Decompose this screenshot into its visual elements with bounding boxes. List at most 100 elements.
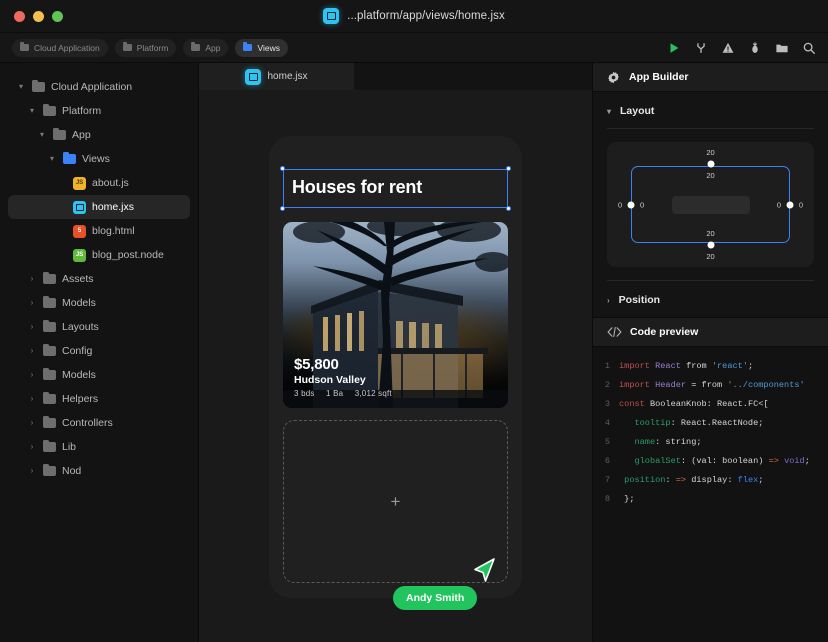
position-section-label: Position xyxy=(619,294,660,306)
chevron-right-icon[interactable]: › xyxy=(607,296,610,305)
file-tree-sidebar[interactable]: ▾ Cloud Application ▾ Platform ▾ App ▾ V… xyxy=(0,63,199,642)
inspector-panel: App Builder ▾ Layout 20 20 20 xyxy=(592,63,828,642)
code-preview-body[interactable]: 1import React from 'react';2import Heade… xyxy=(593,347,828,642)
gear-icon[interactable] xyxy=(607,71,620,84)
chevron-down-icon[interactable]: ▾ xyxy=(37,131,47,139)
design-canvas[interactable]: Houses for rent xyxy=(199,90,592,642)
breadcrumb-label: Platform xyxy=(137,43,169,53)
chevron-down-icon[interactable]: ▾ xyxy=(607,107,611,116)
chevron-down-icon[interactable]: ▾ xyxy=(16,83,26,91)
toolbar-actions xyxy=(667,41,816,55)
spacing-value-left-inner: 0 xyxy=(640,200,644,209)
code-line: 5 name: string; xyxy=(593,433,828,452)
main-body: ▾ Cloud Application ▾ Platform ▾ App ▾ V… xyxy=(0,63,828,642)
code-line: 2import Header = from '../components' xyxy=(593,376,828,395)
tree-item-assets[interactable]: › Assets xyxy=(8,267,190,291)
run-icon[interactable] xyxy=(667,41,681,55)
debug-icon[interactable] xyxy=(748,41,762,55)
chevron-right-icon[interactable]: › xyxy=(27,323,37,331)
chevron-right-icon[interactable]: › xyxy=(27,275,37,283)
chevron-right-icon[interactable]: › xyxy=(27,443,37,451)
tree-item-controllers[interactable]: › Controllers xyxy=(8,411,190,435)
tree-item-app[interactable]: ▾ App xyxy=(8,123,190,147)
listing-card[interactable]: $5,800 Hudson Valley 3 bds 1 Ba 3,012 sq… xyxy=(283,222,508,408)
resize-handle-top-left[interactable] xyxy=(280,166,285,171)
tree-item-lib[interactable]: › Lib xyxy=(8,435,190,459)
tree-item-label: Controllers xyxy=(62,417,113,429)
listing-baths: 1 Ba xyxy=(326,389,343,398)
listing-area: 3,012 sqft xyxy=(355,389,392,398)
editor-area: home.jsx Houses for rent xyxy=(199,63,592,642)
breadcrumb-item-platform[interactable]: Platform xyxy=(115,39,177,57)
tree-item-label: Views xyxy=(82,153,110,165)
spacing-knob-left[interactable] xyxy=(628,201,635,208)
window-controls[interactable] xyxy=(0,11,63,22)
tree-item-about-js[interactable]: › JS about.js xyxy=(8,171,190,195)
chevron-down-icon[interactable]: ▾ xyxy=(27,107,37,115)
spacing-value-bottom-outer: 20 xyxy=(706,252,714,261)
chevron-down-icon[interactable]: ▾ xyxy=(47,155,57,163)
resize-handle-bottom-left[interactable] xyxy=(280,206,285,211)
tree-item-label: Models xyxy=(62,369,96,381)
code-line-number: 2 xyxy=(593,376,619,395)
add-component-icon[interactable]: + xyxy=(391,492,401,512)
tree-item-platform[interactable]: ▾ Platform xyxy=(8,99,190,123)
window-title-path: ...platform/app/views/home.jsx xyxy=(347,10,505,22)
tree-item-views[interactable]: ▾ Views xyxy=(8,147,190,171)
layout-section-header[interactable]: ▾ Layout xyxy=(593,92,828,128)
tree-item-blog-html[interactable]: › 5 blog.html xyxy=(8,219,190,243)
chevron-right-icon[interactable]: › xyxy=(27,347,37,355)
breadcrumb-item-app[interactable]: App xyxy=(183,39,228,57)
folder-icon xyxy=(43,466,56,476)
chevron-right-icon[interactable]: › xyxy=(27,299,37,307)
code-line-content: }; xyxy=(619,490,634,509)
maximize-window-button[interactable] xyxy=(52,11,63,22)
resize-handle-top-right[interactable] xyxy=(506,166,511,171)
spacing-control[interactable]: 20 20 20 20 0 0 0 0 xyxy=(607,142,814,267)
tree-item-blog-post-node[interactable]: › JS blog_post.node xyxy=(8,243,190,267)
close-window-button[interactable] xyxy=(14,11,25,22)
spacing-value-bottom-inner: 20 xyxy=(706,229,714,238)
code-line: 3const BooleanKnob: React.FC<[ xyxy=(593,395,828,414)
code-line-number: 8 xyxy=(593,490,619,509)
folder-icon[interactable] xyxy=(775,41,789,55)
tab-home-jsx[interactable]: home.jsx xyxy=(199,63,354,90)
folder-icon xyxy=(43,442,56,452)
search-icon[interactable] xyxy=(802,41,816,55)
folder-icon xyxy=(243,44,252,51)
chevron-right-icon[interactable]: › xyxy=(27,395,37,403)
html-file-icon: 5 xyxy=(73,225,86,238)
tree-item-nod[interactable]: › Nod xyxy=(8,459,190,483)
spacing-value-left-outer: 0 xyxy=(618,200,622,209)
tree-item-models[interactable]: › Models xyxy=(8,291,190,315)
breadcrumb-item-cloud-application[interactable]: Cloud Application xyxy=(12,39,108,57)
resize-handle-bottom-right[interactable] xyxy=(506,206,511,211)
chevron-right-icon[interactable]: › xyxy=(27,419,37,427)
code-line-content: const BooleanKnob: React.FC<[ xyxy=(619,395,769,414)
chevron-right-icon[interactable]: › xyxy=(27,467,37,475)
code-line-content: tooltip: React.ReactNode; xyxy=(619,414,763,433)
collaborator-name-badge: Andy Smith xyxy=(393,586,477,610)
tree-item-config[interactable]: › Config xyxy=(8,339,190,363)
tree-item-cloud-application[interactable]: ▾ Cloud Application xyxy=(8,75,190,99)
breadcrumb-item-views[interactable]: Views xyxy=(235,39,288,57)
tree-item-home-jxs[interactable]: › home.jxs xyxy=(8,195,190,219)
warning-icon[interactable] xyxy=(721,41,735,55)
git-branch-icon[interactable] xyxy=(694,41,708,55)
tree-item-layouts[interactable]: › Layouts xyxy=(8,315,190,339)
code-line-content: position: => display: flex; xyxy=(619,471,763,490)
spacing-knob-bottom[interactable] xyxy=(707,242,714,249)
minimize-window-button[interactable] xyxy=(33,11,44,22)
heading-selection-box[interactable]: Houses for rent xyxy=(283,169,508,208)
tree-item-label: Cloud Application xyxy=(51,81,132,93)
spacing-knob-top[interactable] xyxy=(707,161,714,168)
selected-heading-wrapper[interactable]: Houses for rent xyxy=(283,169,508,208)
folder-icon xyxy=(43,274,56,284)
code-line: 4 tooltip: React.ReactNode; xyxy=(593,414,828,433)
position-section-header[interactable]: › Position xyxy=(593,281,828,317)
tree-item-helpers[interactable]: › Helpers xyxy=(8,387,190,411)
spacing-knob-right[interactable] xyxy=(787,201,794,208)
chevron-right-icon[interactable]: › xyxy=(27,371,37,379)
tree-item-models-2[interactable]: › Models xyxy=(8,363,190,387)
folder-icon xyxy=(63,154,76,164)
